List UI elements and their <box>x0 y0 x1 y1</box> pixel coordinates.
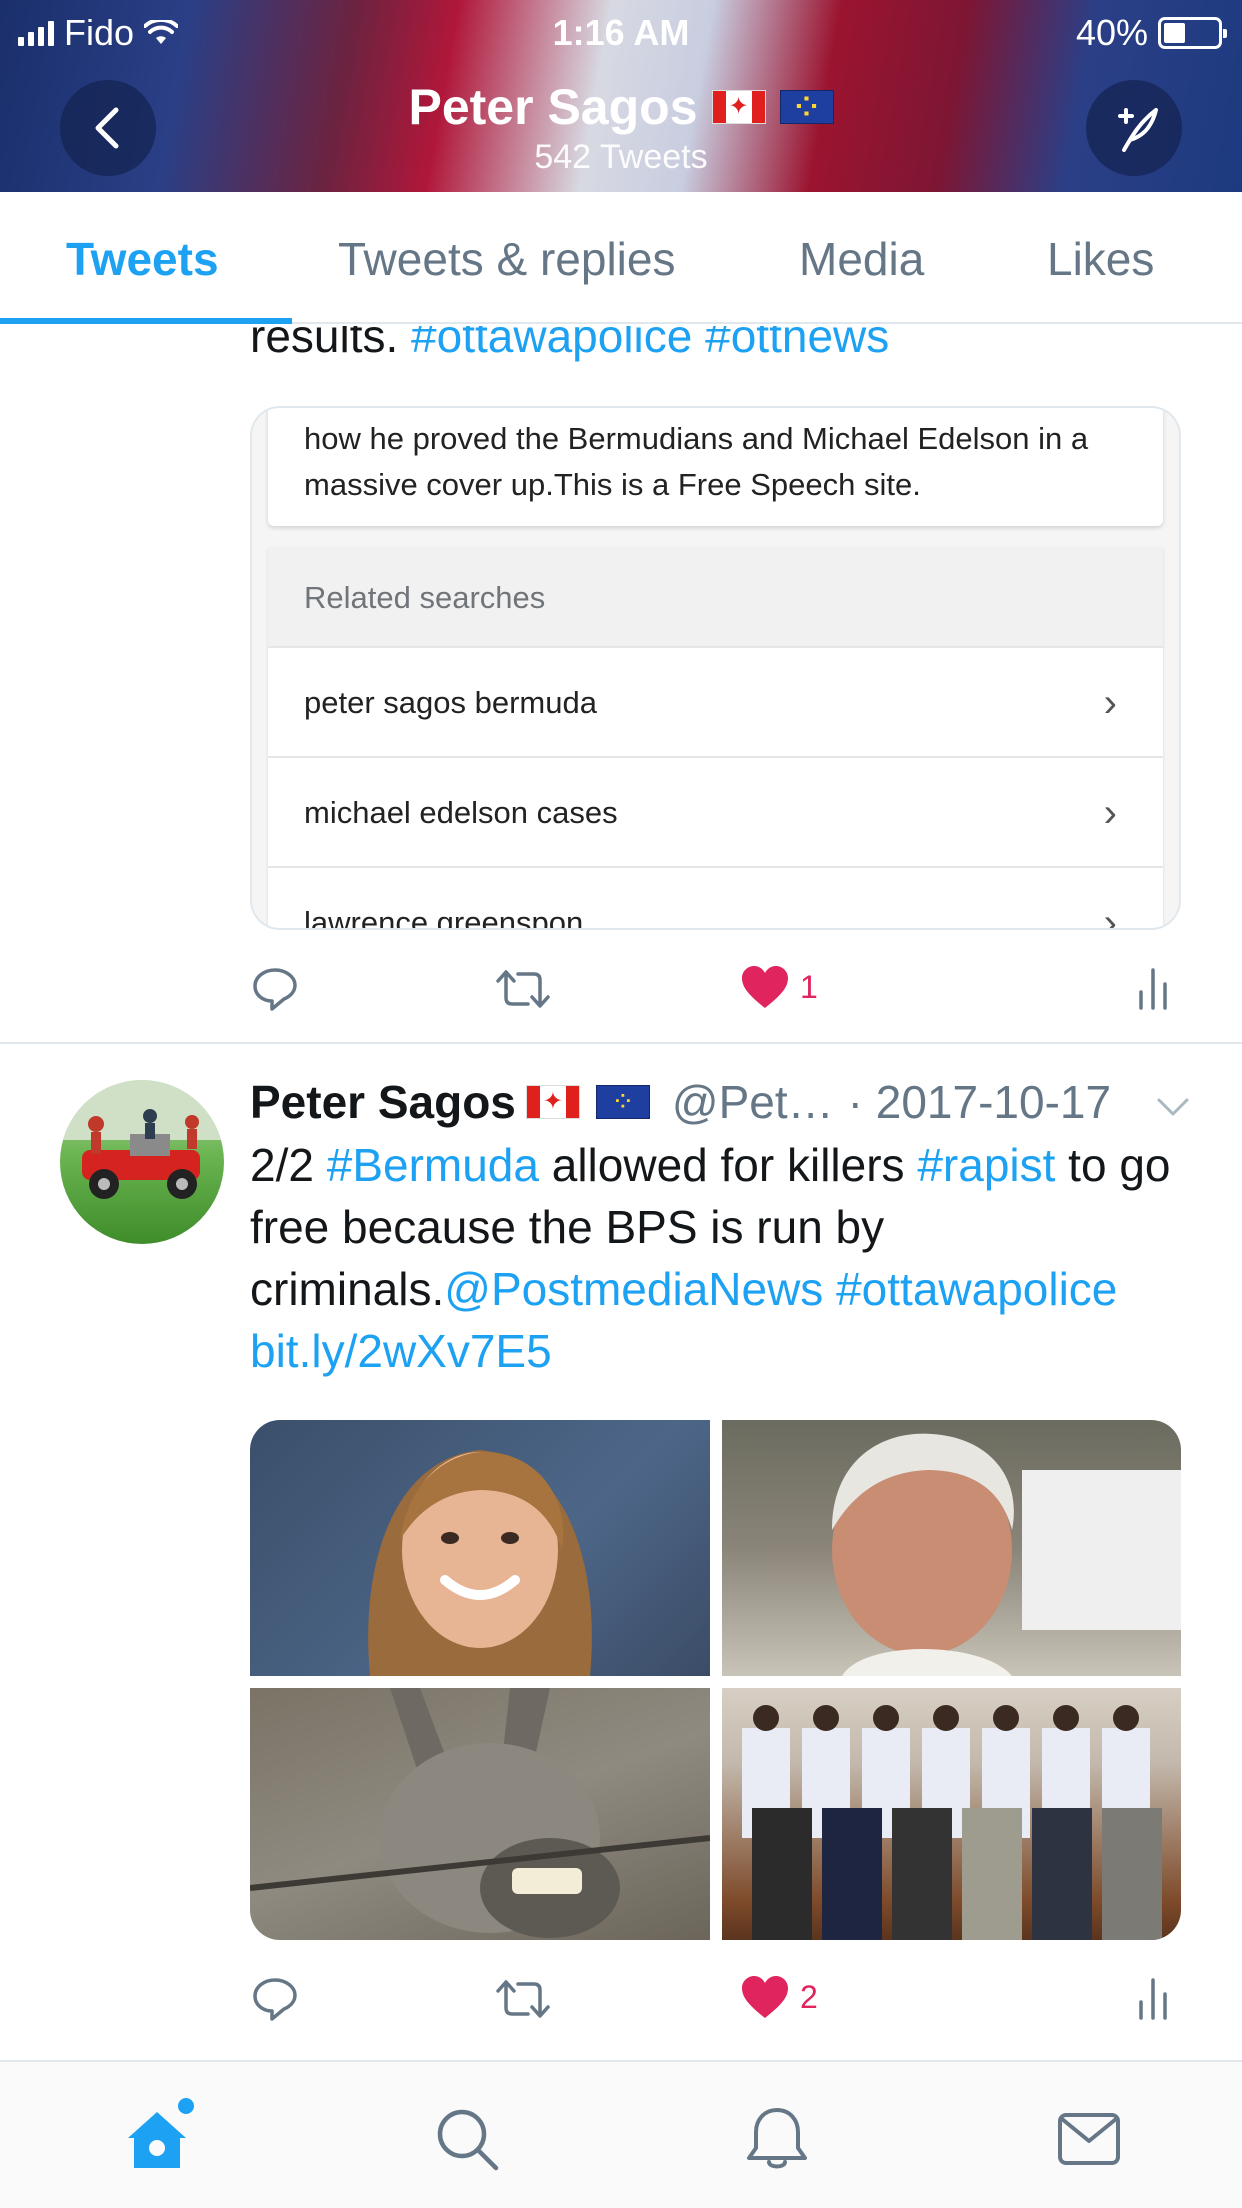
retweet-button[interactable] <box>494 1974 552 2024</box>
clock: 1:16 AM <box>552 12 690 53</box>
related-searches-panel: Related searches peter sagos bermuda › m… <box>268 548 1163 928</box>
tweet-author-name[interactable]: Peter Sagos <box>250 1070 516 1134</box>
related-search-label: michael edelson cases <box>304 795 618 830</box>
reply-icon <box>253 1978 297 2021</box>
tab-tweets-and-replies[interactable]: Tweets & replies <box>338 232 675 286</box>
avatar-car-image <box>60 1080 224 1199</box>
related-searches-title: Related searches <box>268 548 1163 648</box>
heart-filled-icon <box>742 1976 788 2018</box>
messages-icon <box>1058 2113 1120 2165</box>
tab-likes[interactable]: Likes <box>1047 232 1154 286</box>
reply-icon <box>253 968 297 1011</box>
hashtag-link[interactable]: #ottawapolice <box>836 1263 1117 1315</box>
related-search-label: peter sagos bermuda <box>304 685 597 720</box>
hashtag-link[interactable]: #Bermuda <box>327 1139 539 1191</box>
status-bar: Fido 1:16 AM 40% <box>0 0 1242 62</box>
tweet-options-button[interactable] <box>1156 1070 1190 1134</box>
media-photo-portrait-girl[interactable] <box>250 1420 710 1676</box>
tweet-divider <box>0 1042 1242 1044</box>
tab-tweets[interactable]: Tweets <box>66 232 219 286</box>
bottom-tab-bar <box>0 2060 1242 2208</box>
search-icon <box>437 2109 499 2171</box>
tweet-date: · 2017-10-17 <box>847 1076 1112 1128</box>
header-name-row: Peter Sagos <box>408 78 834 136</box>
tab-media[interactable]: Media <box>799 232 924 286</box>
tweet-text-plain: results. <box>250 326 412 362</box>
media-photo-donkey[interactable] <box>250 1688 710 1940</box>
nav-home[interactable] <box>122 2098 194 2174</box>
photo-illustration <box>742 1705 1162 1940</box>
media-photo-police-group[interactable] <box>722 1688 1181 1940</box>
analytics-button[interactable] <box>1136 1974 1170 2020</box>
chevron-right-icon: › <box>1103 901 1117 930</box>
notifications-icon <box>747 2108 807 2169</box>
nav-messages[interactable] <box>1054 2104 1124 2174</box>
analytics-icon <box>1139 968 1167 1010</box>
related-search-item[interactable]: lawrence greenspon › <box>268 868 1163 930</box>
compose-feather-icon <box>1118 108 1158 152</box>
like-count: 1 <box>800 968 818 1005</box>
like-count: 2 <box>800 1978 818 2015</box>
tweet-count: 542 Tweets <box>534 138 708 176</box>
mention-link[interactable]: @PostmediaNews <box>444 1263 823 1315</box>
media-grid <box>250 1420 1181 1940</box>
chevron-down-icon <box>1157 1098 1189 1116</box>
hashtag-link[interactable]: #ottawapolice <box>411 326 692 362</box>
compose-tweet-button[interactable] <box>1086 80 1182 176</box>
photo-illustration <box>832 1433 1181 1676</box>
analytics-icon <box>1139 1978 1167 2020</box>
tweet-actions: 1 <box>250 964 1170 1024</box>
tweet-text-plain: 2/2 <box>250 1139 327 1191</box>
avatar[interactable] <box>60 1080 224 1244</box>
chevron-right-icon: › <box>1103 791 1117 835</box>
reply-button[interactable] <box>250 964 300 1014</box>
link-preview-card[interactable]: how he proved the Bermudians and Michael… <box>250 406 1181 930</box>
canada-flag-icon <box>525 1085 580 1119</box>
tweet-header: Peter Sagos @Pet… · 2017-10-17 <box>250 1070 1190 1134</box>
related-search-item[interactable]: peter sagos bermuda › <box>268 648 1163 758</box>
header-title: Peter Sagos 542 Tweets <box>0 78 1242 177</box>
like-button[interactable]: 2 <box>740 1974 818 2020</box>
url-link[interactable]: bit.ly/2wXv7E5 <box>250 1325 552 1377</box>
tweet-text: results. #ottawapolice #ottnews <box>250 326 889 366</box>
nav-search[interactable] <box>432 2104 502 2174</box>
hashtag-link[interactable]: #ottnews <box>705 326 889 362</box>
battery-percent: 40% <box>1075 12 1148 53</box>
related-search-item[interactable]: michael edelson cases › <box>268 758 1163 868</box>
notification-dot <box>178 2098 194 2114</box>
like-button[interactable]: 1 <box>740 964 818 1010</box>
tweet-actions: 2 <box>250 1974 1170 2034</box>
tweet-text: 2/2 #Bermuda allowed for killers #rapist… <box>250 1134 1190 1382</box>
hashtag-link[interactable]: #rapist <box>917 1139 1055 1191</box>
heart-filled-icon <box>742 966 788 1008</box>
tweet-author-handle[interactable]: @Pet… <box>672 1070 834 1134</box>
media-photo-older-man[interactable] <box>722 1420 1181 1676</box>
eu-flag-icon <box>779 90 834 124</box>
battery-group: 40% <box>1075 12 1227 54</box>
photo-illustration <box>250 1688 710 1938</box>
battery-icon <box>1158 17 1227 49</box>
profile-tabs: Tweets Tweets & replies Media Likes <box>0 192 1242 324</box>
nav-notifications[interactable] <box>742 2104 812 2174</box>
chevron-right-icon: › <box>1103 681 1117 725</box>
analytics-button[interactable] <box>1136 964 1170 1010</box>
tweet-text-plain: allowed for killers <box>538 1139 918 1191</box>
profile-name: Peter Sagos <box>408 79 698 135</box>
tweet-feed[interactable]: results. #ottawapolice #ottnews how he p… <box>0 326 1242 2060</box>
retweet-icon <box>496 970 550 1008</box>
related-search-label: lawrence greenspon <box>304 905 584 930</box>
photo-illustration <box>368 1450 592 1676</box>
retweet-icon <box>496 1980 550 2018</box>
canada-flag-icon <box>711 90 766 124</box>
home-icon <box>128 2112 186 2168</box>
retweet-button[interactable] <box>494 964 552 1014</box>
eu-flag-icon <box>595 1085 650 1119</box>
active-tab-indicator <box>0 318 292 324</box>
reply-button[interactable] <box>250 1974 300 2024</box>
profile-header: Fido 1:16 AM 40% Peter Sagos 542 Tweets <box>0 0 1242 192</box>
search-result-snippet: how he proved the Bermudians and Michael… <box>268 408 1163 526</box>
